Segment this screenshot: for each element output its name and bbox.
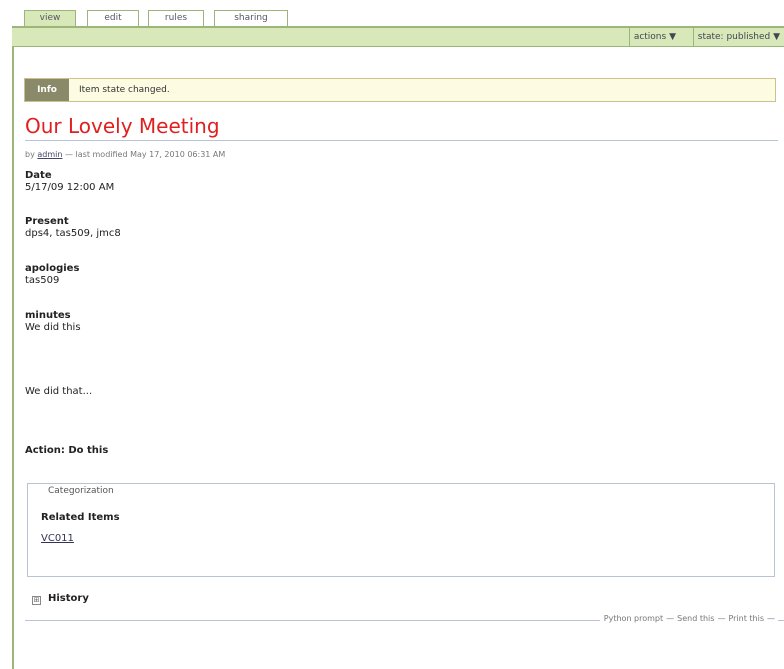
actions-menu[interactable]: actions ▼ [628,28,680,46]
info-badge: Info [25,79,69,101]
related-item-link[interactable]: VC011 [41,533,74,544]
expand-icon[interactable]: ⊞ [32,596,41,605]
byline-modified: — last modified May 17, 2010 06:31 AM [64,150,226,159]
status-message: Info Item state changed. [24,78,776,102]
field-value-date: 5/17/09 12:00 AM [25,182,115,193]
field-label-minutes: minutes [25,310,71,321]
history-toggle[interactable]: History [48,593,89,604]
send-this-link[interactable]: Send this [677,614,714,623]
tab-rules[interactable]: rules [148,10,204,26]
byline-prefix: by [25,150,35,159]
related-items-label: Related Items [41,512,120,523]
minutes-continued: We did that... [25,386,93,397]
title-underline [25,140,778,141]
tab-sharing[interactable]: sharing [214,10,288,26]
print-this-link[interactable]: Print this [728,614,764,623]
content-left-border [12,46,14,669]
separator: — [666,614,675,623]
content-action-bar: actions ▼ state: published ▼ [12,28,784,47]
separator: — [717,614,726,623]
field-value-present: dps4, tas509, jmc8 [25,228,121,239]
author-link[interactable]: admin [37,150,62,159]
field-label-apologies: apologies [25,263,80,274]
separator: — [767,614,775,623]
document-byline: by admin — last modified May 17, 2010 06… [25,150,225,159]
field-label-present: Present [25,216,69,227]
python-prompt-link[interactable]: Python prompt [604,614,663,623]
field-value-minutes: We did this [25,322,81,333]
tab-view[interactable]: view [24,10,76,27]
page-title: Our Lovely Meeting [25,114,220,138]
categorization-fieldset [27,483,775,577]
field-value-apologies: tas509 [25,275,60,286]
state-menu[interactable]: state: published ▼ [692,28,784,46]
tab-edit[interactable]: edit [87,10,139,26]
action-item: Action: Do this [25,445,109,456]
categorization-legend: Categorization [43,486,119,496]
field-label-date: Date [25,170,52,181]
status-message-text: Item state changed. [79,85,170,95]
document-actions: Python prompt — Send this — Print this — [599,614,778,623]
